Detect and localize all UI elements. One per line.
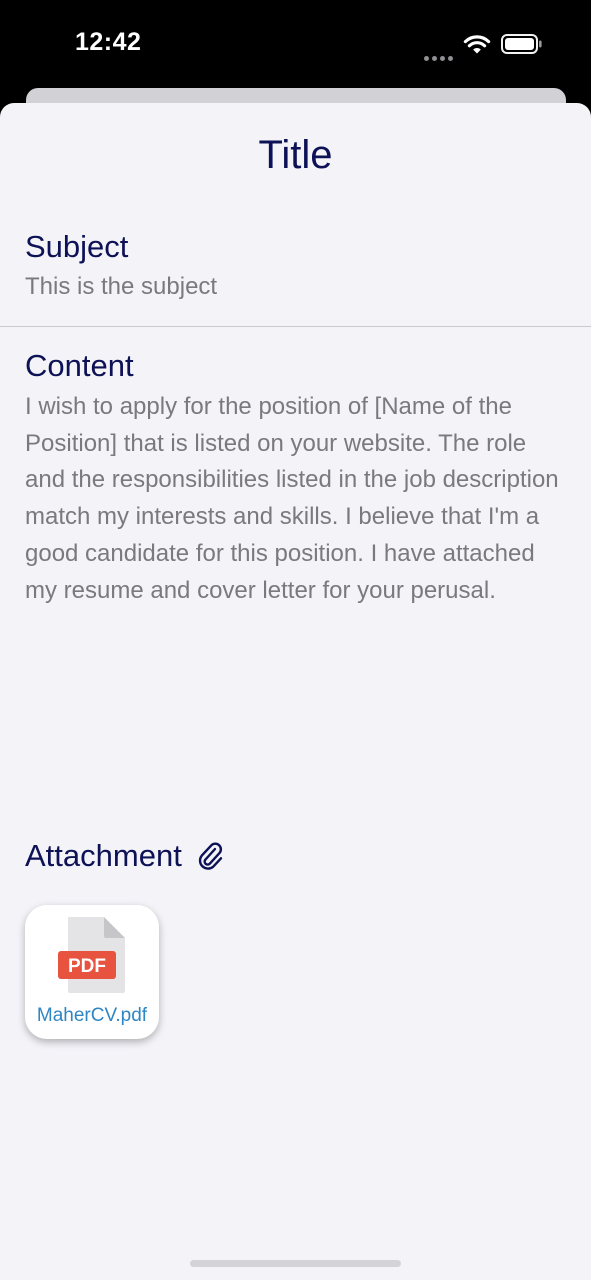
subject-value: This is the subject: [25, 273, 218, 300]
subject-label: Subject: [25, 229, 129, 264]
status-time: 12:42: [75, 28, 142, 56]
battery-icon: [501, 34, 543, 59]
page-title: Title: [258, 133, 333, 177]
status-bar: 12:42: [0, 0, 591, 90]
pdf-file-icon: PDF: [57, 915, 127, 1000]
divider: [0, 326, 591, 327]
home-indicator[interactable]: [190, 1260, 401, 1267]
content-text: I wish to apply for the position of [Nam…: [25, 393, 559, 604]
attachment-label: Attachment: [25, 837, 182, 873]
attachment-header: Attachment: [25, 836, 224, 875]
attachment-file-name: MaherCV.pdf: [36, 1005, 148, 1026]
paperclip-icon: [196, 840, 224, 875]
pdf-badge-text: PDF: [68, 956, 106, 977]
cellular-signal-icon: [424, 48, 456, 66]
mail-detail-sheet: Title Subject This is the subject Conten…: [0, 103, 591, 1280]
wifi-icon: [463, 33, 491, 60]
attachment-file-card[interactable]: PDF MaherCV.pdf: [25, 905, 159, 1039]
content-label: Content: [25, 348, 134, 383]
